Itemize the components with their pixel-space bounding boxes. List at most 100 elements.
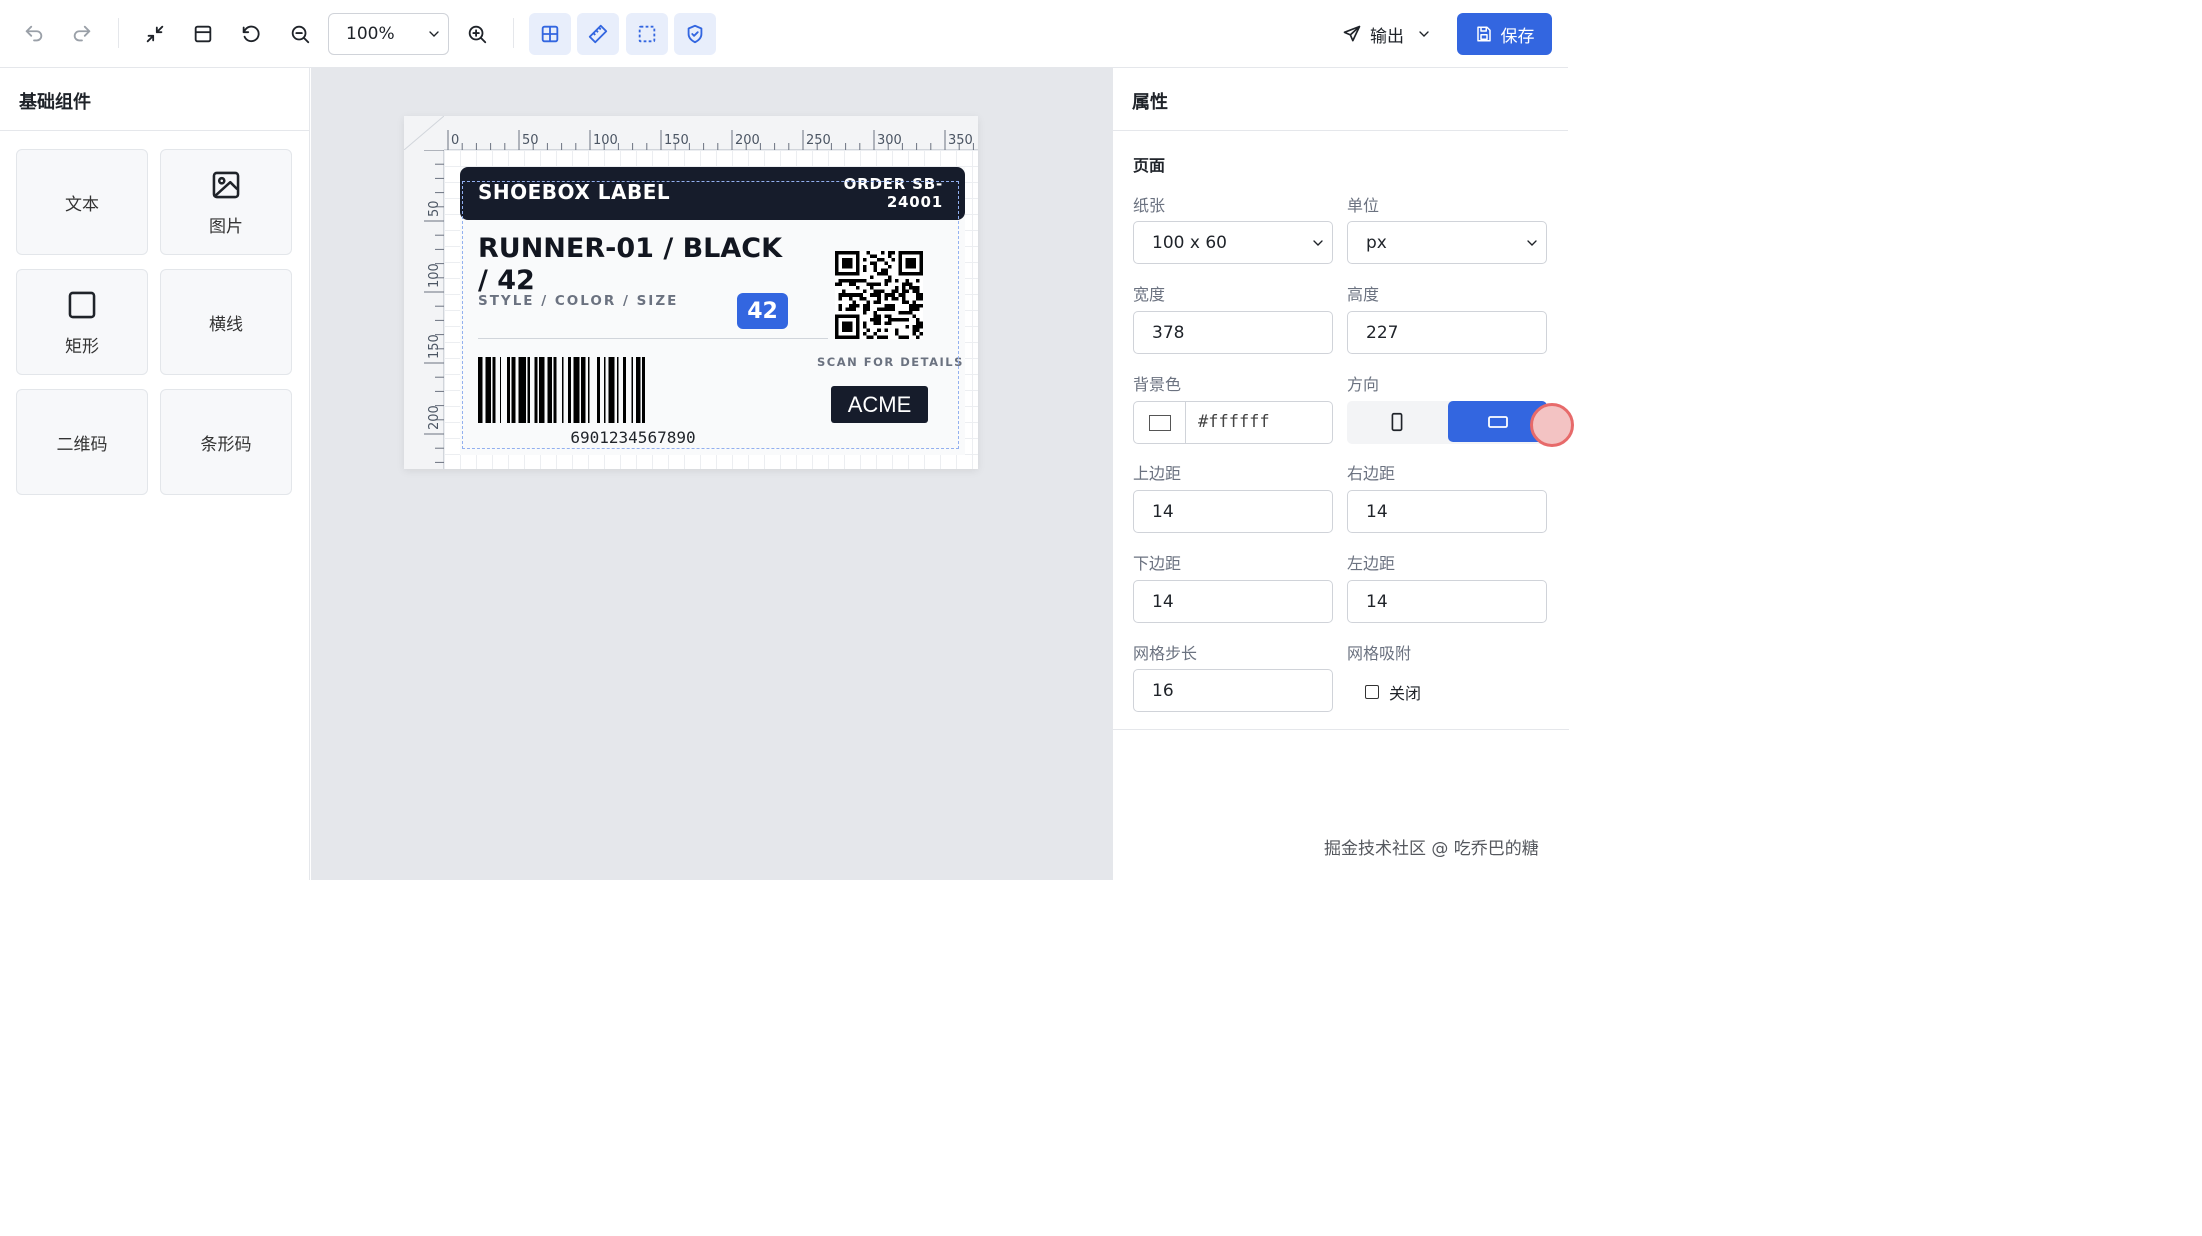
reset-button[interactable] <box>231 14 271 54</box>
component-panel: 基础组件 文本 图片 矩形 横线 二维码 条形码 <box>0 68 310 880</box>
chevron-down-icon <box>1313 240 1323 246</box>
ruler-label: 200 <box>735 133 760 148</box>
zoom-in-icon <box>468 25 487 44</box>
ruler-label: 250 <box>806 133 831 148</box>
ruler-top[interactable]: 0 50 100 150 200 250 300 350 <box>404 116 978 150</box>
margin-toggle-button[interactable] <box>626 13 668 55</box>
layout-button[interactable] <box>183 14 223 54</box>
component-panel-title: 基础组件 <box>0 68 309 131</box>
orientation-label: 方向 <box>1347 375 1380 394</box>
send-icon <box>1343 25 1361 42</box>
ruler-label: 100 <box>593 133 618 148</box>
portrait-icon <box>1391 412 1403 431</box>
orientation-portrait-button[interactable] <box>1347 401 1447 442</box>
panel-divider <box>1113 729 1569 730</box>
grid-toggle-button[interactable] <box>529 13 571 55</box>
zoom-value: 100% <box>346 24 395 44</box>
label-order-number[interactable]: ORDER SB- 24001 <box>803 175 943 211</box>
chevron-down-icon <box>429 31 439 37</box>
margin-top-label: 上边距 <box>1133 464 1182 483</box>
ruler-label: 300 <box>877 133 902 148</box>
margin-right-input[interactable]: 14 <box>1347 490 1547 533</box>
style-caption[interactable]: STYLE / COLOR / SIZE <box>478 293 678 309</box>
label-title[interactable]: SHOEBOX LABEL <box>478 180 670 204</box>
save-button[interactable]: 保存 <box>1457 13 1552 55</box>
ruler-toggle-button[interactable] <box>577 13 619 55</box>
image-icon <box>212 171 240 198</box>
background-color-value[interactable]: #ffffff <box>1198 412 1270 432</box>
unit-value: px <box>1366 232 1387 253</box>
toolbar-divider <box>118 18 119 48</box>
unit-select[interactable]: px <box>1347 221 1547 264</box>
margin-left-input[interactable]: 14 <box>1347 580 1547 623</box>
grid-snap-checkbox[interactable]: 关闭 <box>1365 680 1421 704</box>
size-badge[interactable]: 42 <box>737 293 788 329</box>
checkbox-icon <box>1365 685 1379 699</box>
ruler-label: 350 <box>948 133 973 148</box>
component-text[interactable]: 文本 <box>16 149 148 255</box>
ruler-corner <box>403 115 445 151</box>
undo-icon <box>25 25 43 42</box>
component-label: 横线 <box>209 314 243 335</box>
width-input[interactable]: 378 <box>1133 311 1333 354</box>
color-swatch[interactable] <box>1134 402 1186 443</box>
component-line[interactable]: 横线 <box>160 269 292 375</box>
zoom-out-button[interactable] <box>280 14 320 54</box>
grid-icon <box>541 25 559 43</box>
margin-right-label: 右边距 <box>1347 464 1396 483</box>
margin-top-input[interactable]: 14 <box>1133 490 1333 533</box>
properties-title: 属性 <box>1113 68 1568 131</box>
rectangle-icon <box>68 291 96 318</box>
component-qrcode[interactable]: 二维码 <box>16 389 148 495</box>
unit-label: 单位 <box>1347 196 1380 215</box>
export-label: 输出 <box>1370 26 1404 47</box>
height-input[interactable]: 227 <box>1347 311 1547 354</box>
paper-size-select[interactable]: 100 x 60 <box>1133 221 1333 264</box>
ruler-label: 50 <box>522 133 539 148</box>
component-barcode[interactable]: 条形码 <box>160 389 292 495</box>
shoebox-label[interactable]: SHOEBOX LABEL ORDER SB- 24001 RUNNER-01 … <box>460 167 965 455</box>
component-image[interactable]: 图片 <box>160 149 292 255</box>
component-label: 二维码 <box>56 434 108 455</box>
toolbar-divider <box>513 18 514 48</box>
save-label: 保存 <box>1500 26 1535 47</box>
component-rectangle[interactable]: 矩形 <box>16 269 148 375</box>
ruler-left[interactable]: 50 100 150 200 <box>404 116 444 469</box>
export-menu[interactable]: 输出 <box>1342 19 1432 49</box>
chevron-down-icon <box>1527 240 1537 246</box>
save-icon <box>1476 26 1491 42</box>
grid-step-input[interactable]: 16 <box>1133 669 1333 712</box>
safe-area-toggle-button[interactable] <box>674 13 716 55</box>
barcode-number[interactable]: 6901234567890 <box>478 428 788 447</box>
brand-logo[interactable]: ACME <box>831 386 928 423</box>
order-line-2: 24001 <box>886 193 943 211</box>
background-color-field[interactable]: #ffffff <box>1133 401 1333 444</box>
undo-button[interactable] <box>14 14 54 54</box>
margin-bottom-label: 下边距 <box>1133 554 1182 573</box>
rotate-icon <box>242 25 260 43</box>
grid-step-label: 网格步长 <box>1133 644 1198 663</box>
label-header[interactable]: SHOEBOX LABEL ORDER SB- 24001 <box>460 167 965 220</box>
component-label: 图片 <box>209 216 243 237</box>
landscape-icon <box>1487 415 1508 428</box>
translate-float-button[interactable] <box>1530 403 1574 447</box>
scan-caption[interactable]: SCAN FOR DETAILS <box>817 355 964 369</box>
fit-screen-button[interactable] <box>135 14 175 54</box>
product-name[interactable]: RUNNER-01 / BLACK / 42 <box>478 233 798 297</box>
qrcode-image[interactable] <box>835 251 923 339</box>
background-color-label: 背景色 <box>1133 375 1182 394</box>
label-divider[interactable] <box>478 338 828 339</box>
paper-label: 纸张 <box>1133 196 1166 215</box>
orientation-toggle <box>1347 401 1547 444</box>
zoom-out-icon <box>291 25 310 44</box>
redo-icon <box>73 25 91 42</box>
ruler-left-ticks: 50 100 150 200 <box>424 149 444 463</box>
margin-bottom-input[interactable]: 14 <box>1133 580 1333 623</box>
shield-check-icon <box>687 24 703 44</box>
paper-size-value: 100 x 60 <box>1152 232 1227 253</box>
redo-button[interactable] <box>62 14 102 54</box>
ruler-label: 50 <box>427 200 442 217</box>
barcode-image[interactable] <box>478 357 788 423</box>
zoom-select[interactable]: 100% <box>328 13 449 55</box>
zoom-in-button[interactable] <box>457 14 497 54</box>
